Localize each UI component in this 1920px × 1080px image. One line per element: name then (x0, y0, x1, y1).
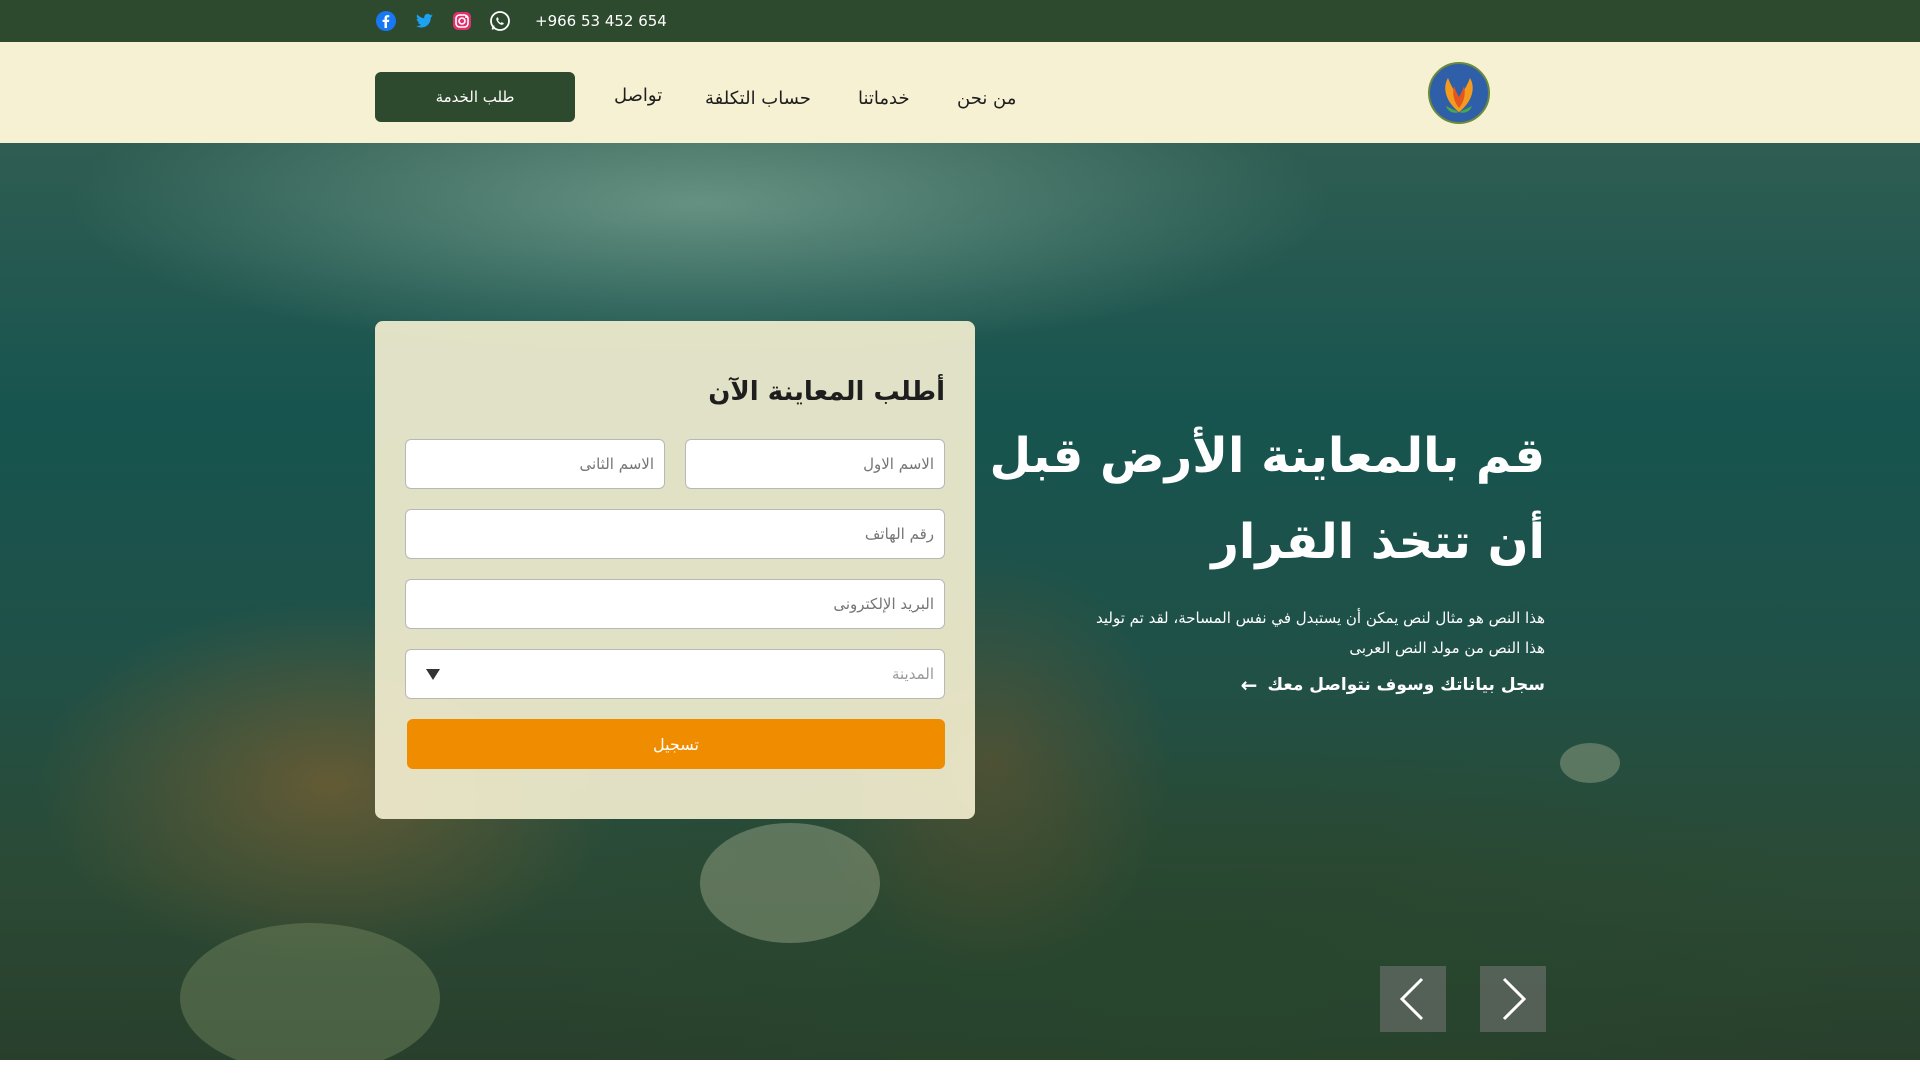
hero-headline-line1: قم بالمعاينة الأرض قبل (989, 428, 1545, 484)
hero-section: قم بالمعاينة الأرض قبل أن تتخذ القرار هذ… (0, 143, 1920, 1060)
nav-services[interactable]: خدماتنا (858, 88, 910, 109)
background-rock (180, 923, 440, 1060)
background-rock (1560, 743, 1620, 783)
chevron-right-icon (1502, 977, 1527, 1021)
last-name-field[interactable] (405, 439, 665, 489)
email-field[interactable] (405, 579, 945, 629)
last-name-input[interactable] (406, 440, 664, 488)
first-name-input[interactable] (686, 440, 944, 488)
instagram-icon[interactable] (451, 10, 473, 32)
hero-description: هذا النص هو مثال لنص يمكن أن يستبدل في ن… (1025, 603, 1545, 663)
city-select[interactable]: المدينة (405, 649, 945, 699)
hero-description-line2: هذا النص من مولد النص العربى (1349, 639, 1545, 657)
nav-contact[interactable]: تواصل (614, 85, 662, 106)
email-input[interactable] (406, 580, 944, 628)
chevron-left-icon (1399, 977, 1424, 1021)
facebook-icon[interactable] (375, 10, 397, 32)
phone-number[interactable]: +966 53 452 654 (535, 12, 667, 30)
slider-prev-button[interactable] (1380, 966, 1446, 1032)
site-header: من نحن خدماتنا حساب التكلفة تواصل طلب ال… (0, 42, 1920, 143)
slider-next-button[interactable] (1480, 966, 1546, 1032)
nav-cost-calculator[interactable]: حساب التكلفة (705, 88, 811, 109)
inspection-request-form: أطلب المعاينة الآن المدينة تسجيل (375, 321, 975, 819)
request-service-button[interactable]: طلب الخدمة (375, 72, 575, 122)
whatsapp-icon[interactable] (489, 10, 511, 32)
phone-field[interactable] (405, 509, 945, 559)
phone-input[interactable] (406, 510, 944, 558)
caret-down-icon (426, 669, 440, 680)
twitter-icon[interactable] (413, 10, 435, 32)
background-rock (700, 823, 880, 943)
nav-about[interactable]: من نحن (957, 88, 1016, 109)
register-button[interactable]: تسجيل (407, 719, 945, 769)
hero-headline-line2: أن تتخذ القرار (1211, 514, 1545, 570)
contact-bar: +966 53 452 654 (375, 0, 667, 42)
hero-cta-link[interactable]: سجل بياناتك وسوف نتواصل معك ← (1241, 673, 1545, 697)
form-title: أطلب المعاينة الآن (708, 377, 945, 407)
arrow-left-icon: ← (1240, 673, 1258, 697)
first-name-field[interactable] (685, 439, 945, 489)
hero-headline: قم بالمعاينة الأرض قبل أن تتخذ القرار (985, 413, 1545, 585)
city-select-value: المدينة (891, 665, 934, 683)
logo[interactable] (1428, 62, 1490, 124)
top-bar: +966 53 452 654 (0, 0, 1920, 42)
hero-cta-label: سجل بياناتك وسوف نتواصل معك (1267, 675, 1545, 695)
hero-description-line1: هذا النص هو مثال لنص يمكن أن يستبدل في ن… (1095, 609, 1545, 627)
